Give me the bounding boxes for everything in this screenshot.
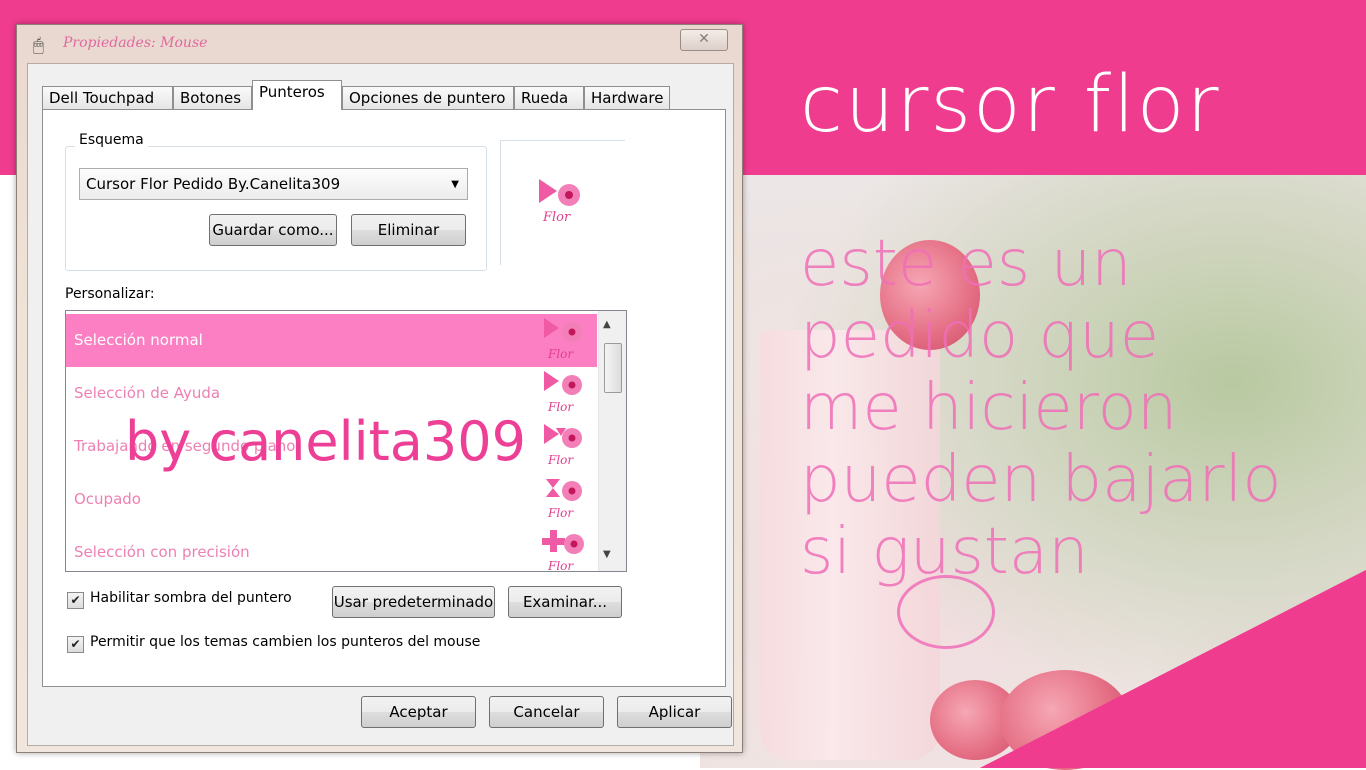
scroll-thumb[interactable] (604, 343, 622, 393)
close-icon: ✕ (698, 31, 710, 47)
overlay-message-line: me hicieron (800, 371, 1178, 445)
delete-scheme-button[interactable]: Eliminar (351, 214, 466, 246)
tab-dell-touchpad[interactable]: Dell Touchpad (42, 86, 173, 109)
tab-punteros[interactable]: Punteros (252, 80, 342, 110)
overlay-message-line: pueden bajarlo (800, 443, 1282, 517)
punteros-panel: Esquema Cursor Flor Pedido By.Canelita30… (42, 109, 726, 687)
crosshair-flower-icon: Flor (542, 530, 584, 572)
list-item[interactable]: Selección normal (66, 314, 597, 367)
list-item-label: Selección de Ayuda (74, 384, 221, 402)
help-flower-icon: Flor (544, 371, 582, 414)
list-item-label: Ocupado (74, 490, 141, 508)
chevron-down-icon: ▼ (451, 179, 459, 190)
busy-arrow-flower-icon: Flor (544, 424, 582, 467)
mouse-properties-window: 🖱 Propiedades: Mouse ✕ Dell Touchpad Bot… (16, 24, 743, 753)
list-item-label: Selección normal (74, 331, 203, 349)
strawberry-bottom-right-image (1000, 670, 1130, 770)
arrow-flower-icon: Flor (539, 179, 580, 225)
hand-drawn-circle (897, 575, 995, 649)
tab-rueda[interactable]: Rueda (514, 86, 584, 109)
flor-label: Flor (547, 506, 574, 520)
close-button[interactable]: ✕ (680, 29, 728, 51)
use-default-button[interactable]: Usar predeterminado (332, 586, 495, 618)
themes-checkbox[interactable]: ✔ (67, 636, 84, 653)
overlay-message-line: pedido que (800, 299, 1160, 373)
shadow-checkbox[interactable]: ✔ (67, 592, 84, 609)
scheme-group-label: Esquema (75, 132, 148, 148)
ok-button[interactable]: Aceptar (361, 696, 476, 728)
flor-label: Flor (547, 400, 574, 414)
flor-label: Flor (547, 347, 574, 361)
window-title: Propiedades: Mouse (63, 35, 208, 51)
cancel-button[interactable]: Cancelar (489, 696, 604, 728)
tab-opciones-de-puntero[interactable]: Opciones de puntero (342, 86, 514, 109)
hourglass-flower-icon: Flor (546, 479, 582, 520)
scheme-select-value: Cursor Flor Pedido By.Canelita309 (86, 175, 341, 193)
save-as-button[interactable]: Guardar como... (209, 214, 337, 246)
apply-button[interactable]: Aplicar (617, 696, 732, 728)
tab-botones[interactable]: Botones (173, 86, 252, 109)
list-scrollbar[interactable]: ▲ ▼ (598, 311, 626, 571)
flor-label: Flor (547, 453, 574, 467)
overlay-byline: by canelita309 (125, 410, 526, 473)
customize-label: Personalizar: (65, 286, 155, 302)
overlay-message-line: si gustan (800, 515, 1089, 589)
scroll-down-icon[interactable]: ▼ (603, 549, 611, 560)
overlay-message: este es un pedido que me hicieron pueden… (800, 228, 1360, 588)
browse-button[interactable]: Examinar... (508, 586, 622, 618)
list-item[interactable]: Ocupado (66, 473, 597, 526)
arrow-flower-icon: Flor (544, 318, 582, 361)
flor-label: Flor (542, 210, 571, 225)
flor-label: Flor (547, 559, 574, 572)
scheme-group (65, 146, 487, 271)
scroll-up-icon[interactable]: ▲ (603, 319, 611, 330)
list-item[interactable]: Selección con precisión (66, 526, 597, 571)
cursor-preview: Flor (500, 140, 625, 265)
themes-checkbox-label: Permitir que los temas cambien los punte… (90, 634, 481, 650)
tab-hardware[interactable]: Hardware (584, 86, 670, 109)
dialog-client-area: Dell Touchpad Botones Punteros Opciones … (27, 63, 734, 746)
scheme-select[interactable]: Cursor Flor Pedido By.Canelita309 ▼ (79, 168, 468, 200)
overlay-title: cursor flor (800, 60, 1221, 150)
list-item-label: Selección con precisión (74, 543, 250, 561)
mouse-icon: 🖱 (33, 35, 44, 56)
title-bar[interactable]: 🖱 Propiedades: Mouse ✕ (17, 25, 742, 63)
shadow-checkbox-label: Habilitar sombra del puntero (90, 590, 292, 606)
overlay-message-line: este es un (800, 227, 1132, 301)
